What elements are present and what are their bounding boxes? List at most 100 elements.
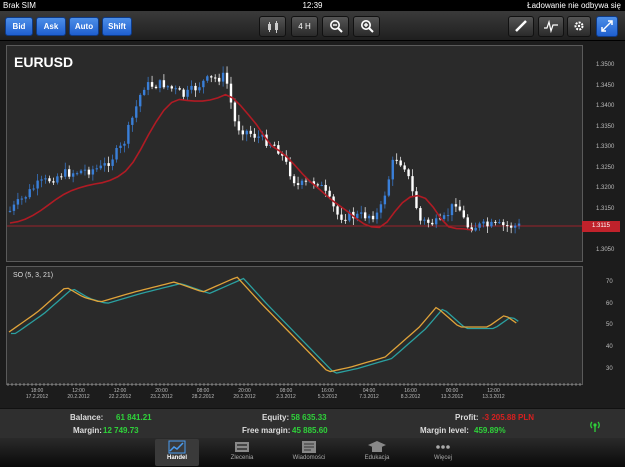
candle	[131, 116, 134, 132]
candle	[214, 74, 217, 83]
candle	[395, 153, 398, 165]
oscillator-chart[interactable]: SO (5, 3, 21)	[6, 266, 583, 385]
candle	[450, 203, 454, 222]
gear-icon	[574, 21, 584, 31]
tab-handel[interactable]: Handel	[155, 439, 199, 466]
candle	[379, 200, 383, 219]
equity-label: Equity:	[262, 413, 290, 422]
candle	[8, 206, 12, 213]
tab-bar: Handel Zlecenia Wiadomości Edukacja Więc…	[0, 438, 625, 467]
candle	[225, 66, 229, 89]
auto-button[interactable]: Auto	[69, 17, 99, 36]
current-price-tag: 1.3115	[582, 221, 620, 232]
candle	[71, 169, 75, 183]
price-chart[interactable]: EURUSD	[6, 45, 583, 262]
candle	[466, 214, 469, 231]
candle	[490, 218, 493, 228]
tab-zlecenia[interactable]: Zlecenia	[220, 439, 264, 466]
candle	[431, 218, 434, 226]
chart-icon	[168, 440, 186, 454]
stochastic-d-line	[11, 277, 519, 374]
candle	[241, 125, 245, 141]
candle	[99, 160, 102, 171]
chart-type-button[interactable]	[259, 16, 286, 37]
draw-button[interactable]	[508, 16, 534, 37]
time-tick-label: 16:00 5.3.2012	[317, 388, 338, 400]
price-tick-label: 1.3450	[596, 82, 615, 89]
candle	[194, 82, 197, 97]
zoom-in-icon	[360, 20, 374, 33]
oscillator-plot	[8, 276, 519, 374]
candle	[150, 75, 154, 90]
candle	[419, 206, 422, 225]
equity-value: 58 635.33	[291, 413, 327, 422]
candle	[119, 142, 122, 154]
candle	[154, 84, 158, 90]
pencil-icon	[515, 20, 527, 32]
candle	[277, 141, 280, 155]
tab-wiecej[interactable]: Więcej	[421, 439, 465, 466]
shift-button[interactable]: Shift	[102, 17, 132, 36]
price-tick-label: 1.3500	[596, 62, 615, 68]
candle	[162, 74, 166, 90]
time-tick-label: 00:00 13.3.2012	[440, 388, 464, 400]
fullscreen-button[interactable]	[596, 16, 618, 37]
zoom-in-button[interactable]	[353, 16, 380, 37]
education-icon	[368, 441, 386, 452]
price-tick-label: 1.3050	[596, 246, 615, 253]
more-icon	[436, 445, 450, 449]
tab-edukacja[interactable]: Edukacja	[355, 439, 399, 466]
candle	[56, 173, 59, 185]
tab-label: Handel	[166, 455, 187, 461]
candle	[83, 164, 87, 176]
tab-wiadomosci[interactable]: Wiadomości	[287, 439, 331, 466]
osc-tick-label: 70	[606, 279, 613, 285]
zoom-out-button[interactable]	[322, 16, 349, 37]
profit-value: -3 205.88 PLN	[482, 413, 535, 422]
candle	[462, 205, 466, 219]
candle	[44, 174, 47, 184]
indicators-button[interactable]	[538, 16, 564, 37]
candle	[399, 156, 402, 167]
ask-button[interactable]: Ask	[36, 17, 66, 36]
timeframe-button[interactable]: 4 H	[291, 16, 318, 37]
candle	[446, 208, 450, 222]
candle	[36, 173, 39, 196]
candle	[344, 214, 347, 224]
candle	[198, 82, 201, 93]
price-tick-label: 1.3400	[596, 103, 615, 109]
candle	[494, 220, 497, 226]
candle	[257, 130, 260, 144]
candle	[115, 145, 118, 163]
time-tick-label: 18:00 17.2.2012	[25, 388, 49, 400]
candle	[498, 219, 501, 225]
candle	[478, 221, 481, 231]
candle	[210, 75, 213, 83]
settings-button[interactable]	[567, 16, 591, 37]
candle	[415, 187, 418, 210]
candle	[24, 195, 27, 203]
candle	[87, 166, 91, 179]
candle	[170, 84, 173, 92]
candle	[28, 184, 31, 200]
candle	[111, 154, 114, 171]
stochastic-k-line	[8, 276, 517, 373]
candle	[12, 200, 16, 215]
margin-value: 12 749.73	[103, 426, 139, 435]
candle	[166, 84, 170, 90]
margin-label: Margin:	[73, 426, 102, 435]
status-bar: Brak SIM 12:39 Ładowanie nie odbywa się	[0, 0, 625, 11]
connection-icon[interactable]	[588, 418, 602, 432]
candle	[517, 218, 521, 230]
orders-icon	[235, 442, 249, 452]
candle	[509, 222, 513, 234]
tab-label: Wiadomości	[292, 455, 326, 461]
candle	[52, 177, 55, 185]
candle	[40, 175, 43, 188]
osc-tick-label: 50	[606, 322, 613, 329]
bid-button[interactable]: Bid	[5, 17, 33, 36]
free-margin-label: Free margin:	[242, 426, 291, 435]
candle	[340, 207, 343, 224]
account-info: Balance: 61 841.21 Equity: 58 635.33 Pro…	[0, 408, 625, 439]
candle	[67, 165, 71, 180]
